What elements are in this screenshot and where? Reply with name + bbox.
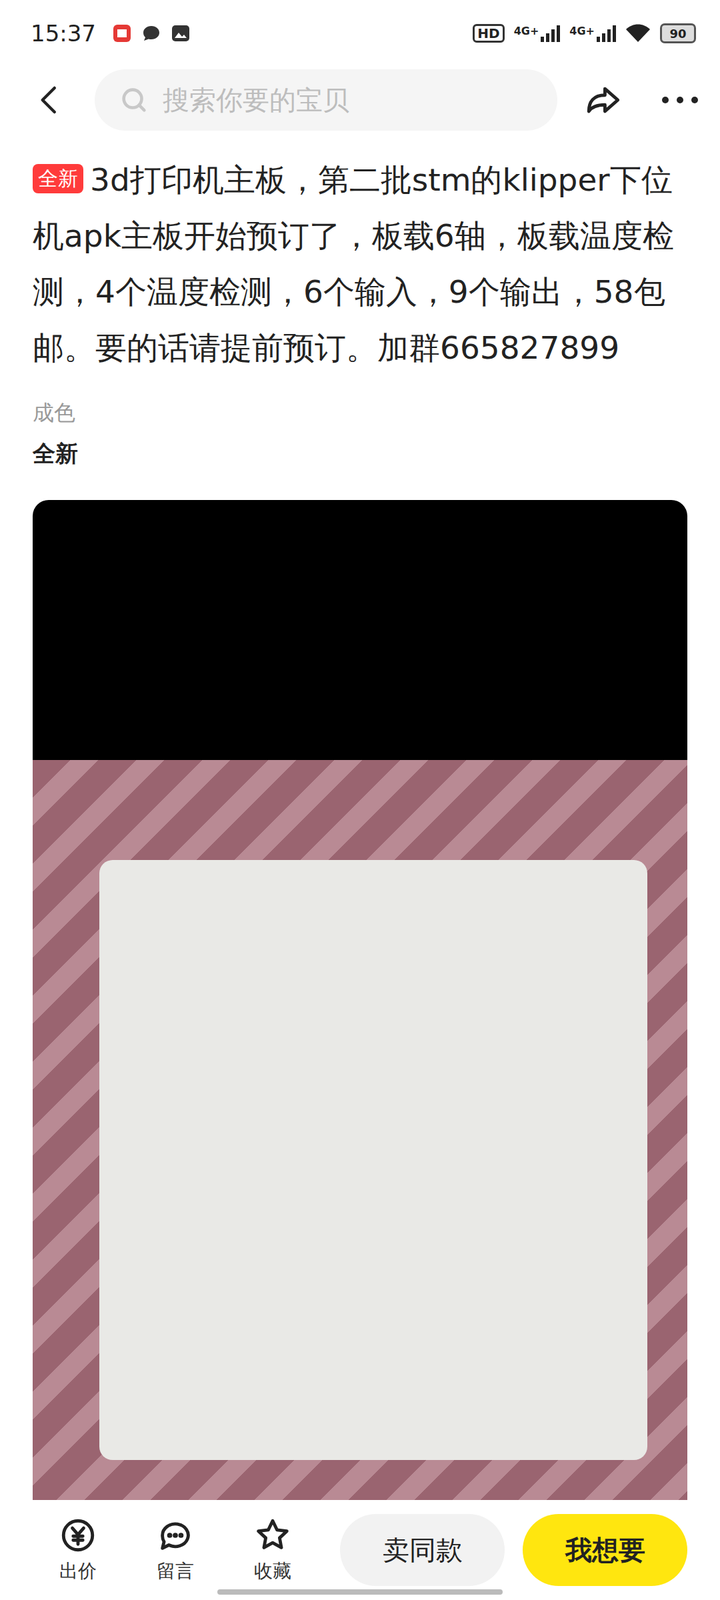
- signal-icon: [596, 24, 616, 42]
- status-bar: 15:37 HD 4G+ 4G+ 90: [0, 0, 720, 67]
- bottom-action[interactable]: 留言: [126, 1516, 224, 1584]
- want-button[interactable]: 我想要: [522, 1514, 688, 1586]
- battery: 90: [660, 23, 696, 44]
- listing-screen: 15:37 HD 4G+ 4G+ 90 搜索你要的宝贝全新3d打印机主板，第二批stm的k…: [0, 0, 720, 1600]
- mobile-signal: 4G+: [569, 24, 616, 42]
- star-icon: [253, 1516, 292, 1555]
- product-photo[interactable]: [32, 500, 688, 1500]
- more-icon[interactable]: [660, 93, 700, 107]
- home-indicator: [217, 1589, 503, 1595]
- listing-title: 全新3d打印机主板，第二批stm的klipper下位机apk主板开始预订了，板载…: [32, 152, 688, 376]
- app-notification-icon: [112, 23, 132, 44]
- mobile-signal: 4G+: [514, 24, 561, 42]
- attribute-value: 全新: [32, 438, 688, 470]
- share-icon[interactable]: [584, 80, 623, 120]
- top-bar: 搜索你要的宝贝: [0, 66, 720, 134]
- condition-badge: 全新: [32, 164, 84, 194]
- price-icon: [58, 1516, 98, 1555]
- attribute: 成色全新: [32, 398, 688, 470]
- gallery-notification-icon: [170, 23, 191, 44]
- message-notification-icon: [141, 23, 162, 44]
- listing-content: 全新3d打印机主板，第二批stm的klipper下位机apk主板开始预订了，板载…: [0, 133, 720, 1500]
- bottom-bar: 出价留言收藏卖同款我想要: [0, 1500, 720, 1600]
- wifi-icon: [625, 23, 651, 44]
- search-field[interactable]: 搜索你要的宝贝: [94, 69, 558, 131]
- signal-icon: [540, 24, 560, 42]
- status-time: 15:37: [30, 20, 96, 47]
- bottom-action[interactable]: 收藏: [224, 1516, 322, 1584]
- bottom-action[interactable]: 出价: [29, 1516, 127, 1584]
- comment-icon: [156, 1516, 195, 1555]
- search-placeholder: 搜索你要的宝贝: [162, 82, 350, 119]
- sell-same-button[interactable]: 卖同款: [340, 1514, 505, 1586]
- search-icon: [118, 84, 150, 116]
- attribute-label: 成色: [32, 398, 688, 428]
- hd-badge: HD: [472, 24, 504, 43]
- back-icon[interactable]: [32, 82, 68, 118]
